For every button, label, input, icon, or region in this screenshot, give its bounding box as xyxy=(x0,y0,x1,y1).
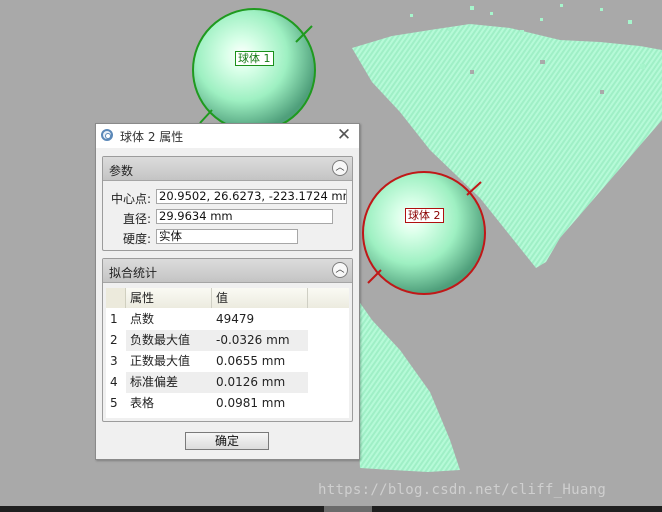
row-property: 标准偏差 xyxy=(126,372,212,393)
taskbar-strip xyxy=(0,506,662,512)
row-number: 4 xyxy=(110,375,118,389)
hardness-field[interactable]: 实体 xyxy=(156,229,298,244)
row-number: 2 xyxy=(110,333,118,347)
sphere-1[interactable] xyxy=(192,8,316,132)
fit-stats-table: 属性 值 1 点数 49479 2 负数最大值 -0.0326 mm 3 正数最… xyxy=(106,288,349,418)
row-value: 49479 xyxy=(216,312,255,326)
close-icon[interactable]: ✕ xyxy=(335,126,353,144)
header-property[interactable]: 属性 xyxy=(126,288,212,308)
sphere-2[interactable] xyxy=(362,171,486,295)
sphere-properties-icon xyxy=(101,129,113,141)
header-filler xyxy=(308,288,349,308)
fit-stats-group-header[interactable]: 拟合统计 ︿ xyxy=(103,259,352,283)
params-group-header[interactable]: 参数 ︿ xyxy=(103,157,352,181)
fit-stats-group-title: 拟合统计 xyxy=(109,266,158,280)
collapse-chevron-icon[interactable]: ︿ xyxy=(332,160,348,176)
table-row[interactable]: 2 负数最大值 -0.0326 mm xyxy=(106,330,308,351)
row-number: 1 xyxy=(110,312,118,326)
ok-button[interactable]: 确定 xyxy=(185,432,269,450)
row-property: 表格 xyxy=(130,396,155,410)
table-row[interactable]: 4 标准偏差 0.0126 mm xyxy=(106,372,308,393)
params-group: 参数 ︿ 中心点: 20.9502, 26.6273, -223.1724 mm… xyxy=(102,156,353,251)
hardness-label: 硬度: xyxy=(122,232,151,246)
sphere-properties-dialog: 球体 2 属性 ✕ 参数 ︿ 中心点: 20.9502, 26.6273, -2… xyxy=(95,123,360,460)
row-property: 负数最大值 xyxy=(126,330,212,351)
row-number: 5 xyxy=(110,396,118,410)
taskbar-segment xyxy=(324,506,372,512)
center-field[interactable]: 20.9502, 26.6273, -223.1724 mm xyxy=(156,189,347,204)
table-row[interactable]: 1 点数 49479 xyxy=(106,309,308,330)
dialog-titlebar[interactable]: 球体 2 属性 ✕ xyxy=(96,124,359,148)
table-header: 属性 值 xyxy=(106,288,349,308)
dialog-title: 球体 2 属性 xyxy=(120,130,184,144)
row-property: 点数 xyxy=(130,312,155,326)
row-value: 0.0981 mm xyxy=(216,396,286,410)
fit-stats-group: 拟合统计 ︿ 属性 值 1 点数 49479 2 负数最大值 -0.0326 m… xyxy=(102,258,353,422)
table-row[interactable]: 5 表格 0.0981 mm xyxy=(106,393,308,414)
params-group-title: 参数 xyxy=(109,164,134,178)
row-value: 0.0126 mm xyxy=(212,372,308,393)
row-value: -0.0326 mm xyxy=(212,330,308,351)
sphere-1-label: 球体 1 xyxy=(235,51,274,66)
sphere-2-label: 球体 2 xyxy=(405,208,444,223)
center-label: 中心点: xyxy=(110,192,151,206)
watermark: https://blog.csdn.net/cliff_Huang xyxy=(318,482,607,498)
diameter-label: 直径: xyxy=(122,212,151,226)
row-property: 正数最大值 xyxy=(130,354,191,368)
row-value: 0.0655 mm xyxy=(216,354,286,368)
header-rownum xyxy=(106,288,126,308)
diameter-field[interactable]: 29.9634 mm xyxy=(156,209,333,224)
row-number: 3 xyxy=(110,354,118,368)
collapse-chevron-icon[interactable]: ︿ xyxy=(332,262,348,278)
table-row[interactable]: 3 正数最大值 0.0655 mm xyxy=(106,351,308,372)
header-value[interactable]: 值 xyxy=(212,288,308,308)
